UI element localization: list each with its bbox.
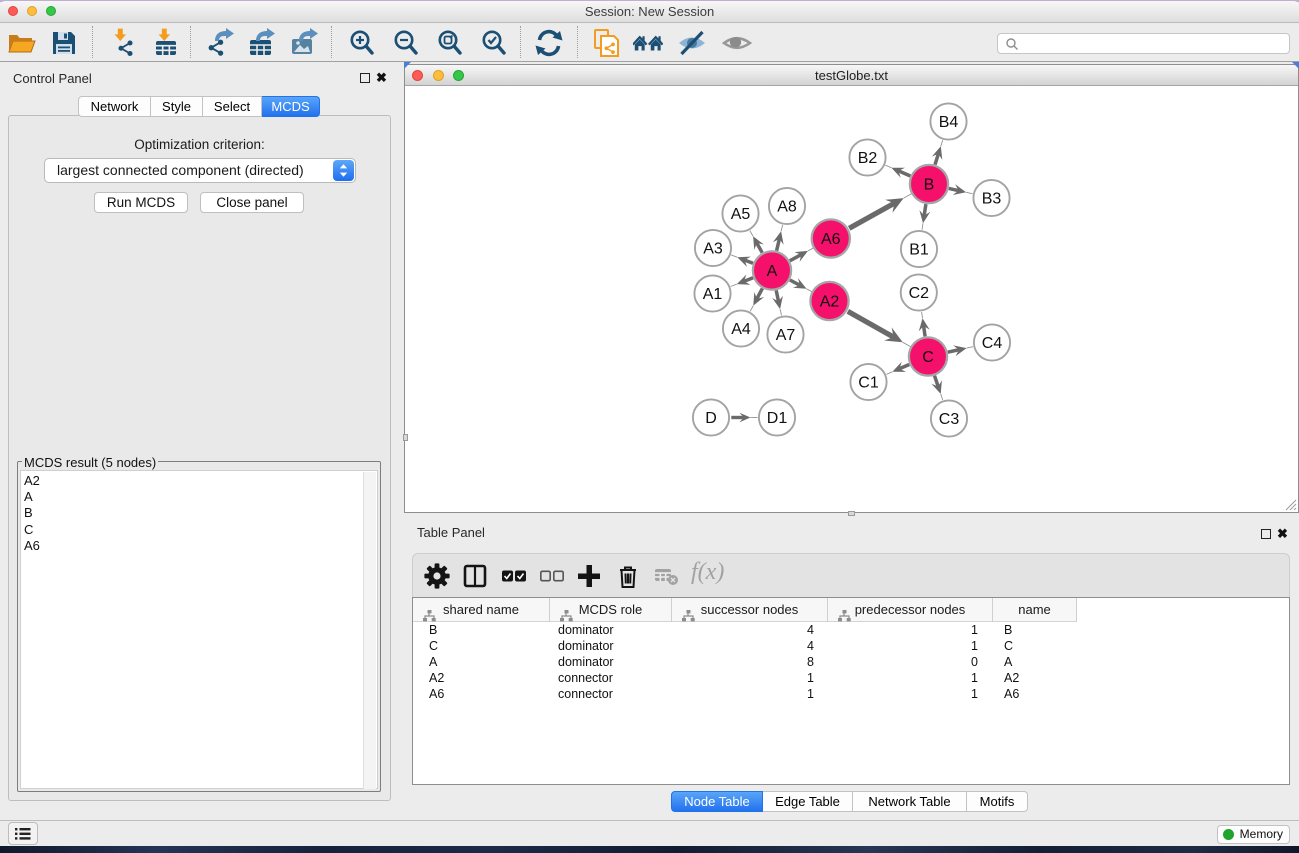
svg-text:A5: A5	[731, 206, 751, 223]
svg-text:A8: A8	[777, 199, 797, 216]
svg-text:B2: B2	[858, 150, 878, 167]
svg-text:B: B	[924, 177, 935, 194]
svg-text:B1: B1	[909, 242, 929, 259]
svg-text:A7: A7	[776, 327, 796, 344]
svg-text:B3: B3	[982, 191, 1002, 208]
svg-text:A: A	[767, 263, 778, 280]
svg-text:D: D	[705, 410, 717, 427]
svg-text:C2: C2	[909, 285, 930, 302]
svg-text:C: C	[922, 349, 934, 366]
svg-text:A2: A2	[820, 294, 840, 311]
svg-text:A4: A4	[731, 321, 751, 338]
svg-text:D1: D1	[767, 410, 788, 427]
svg-text:A3: A3	[703, 241, 723, 258]
svg-text:C1: C1	[858, 375, 879, 392]
svg-text:A1: A1	[703, 286, 723, 303]
svg-text:B4: B4	[939, 114, 959, 131]
svg-text:A6: A6	[821, 231, 841, 248]
svg-text:C3: C3	[939, 411, 960, 428]
svg-text:C4: C4	[982, 335, 1003, 352]
